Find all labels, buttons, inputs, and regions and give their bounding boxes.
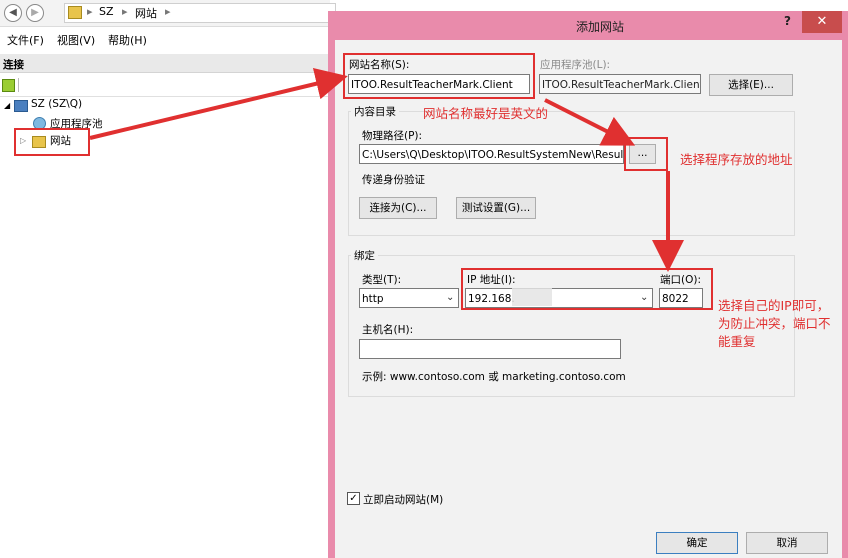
arrow-sites-to-site-name: [89, 68, 348, 140]
arrow-site-name-to-path: [544, 98, 636, 146]
annotation-arrows: [89, 68, 684, 272]
